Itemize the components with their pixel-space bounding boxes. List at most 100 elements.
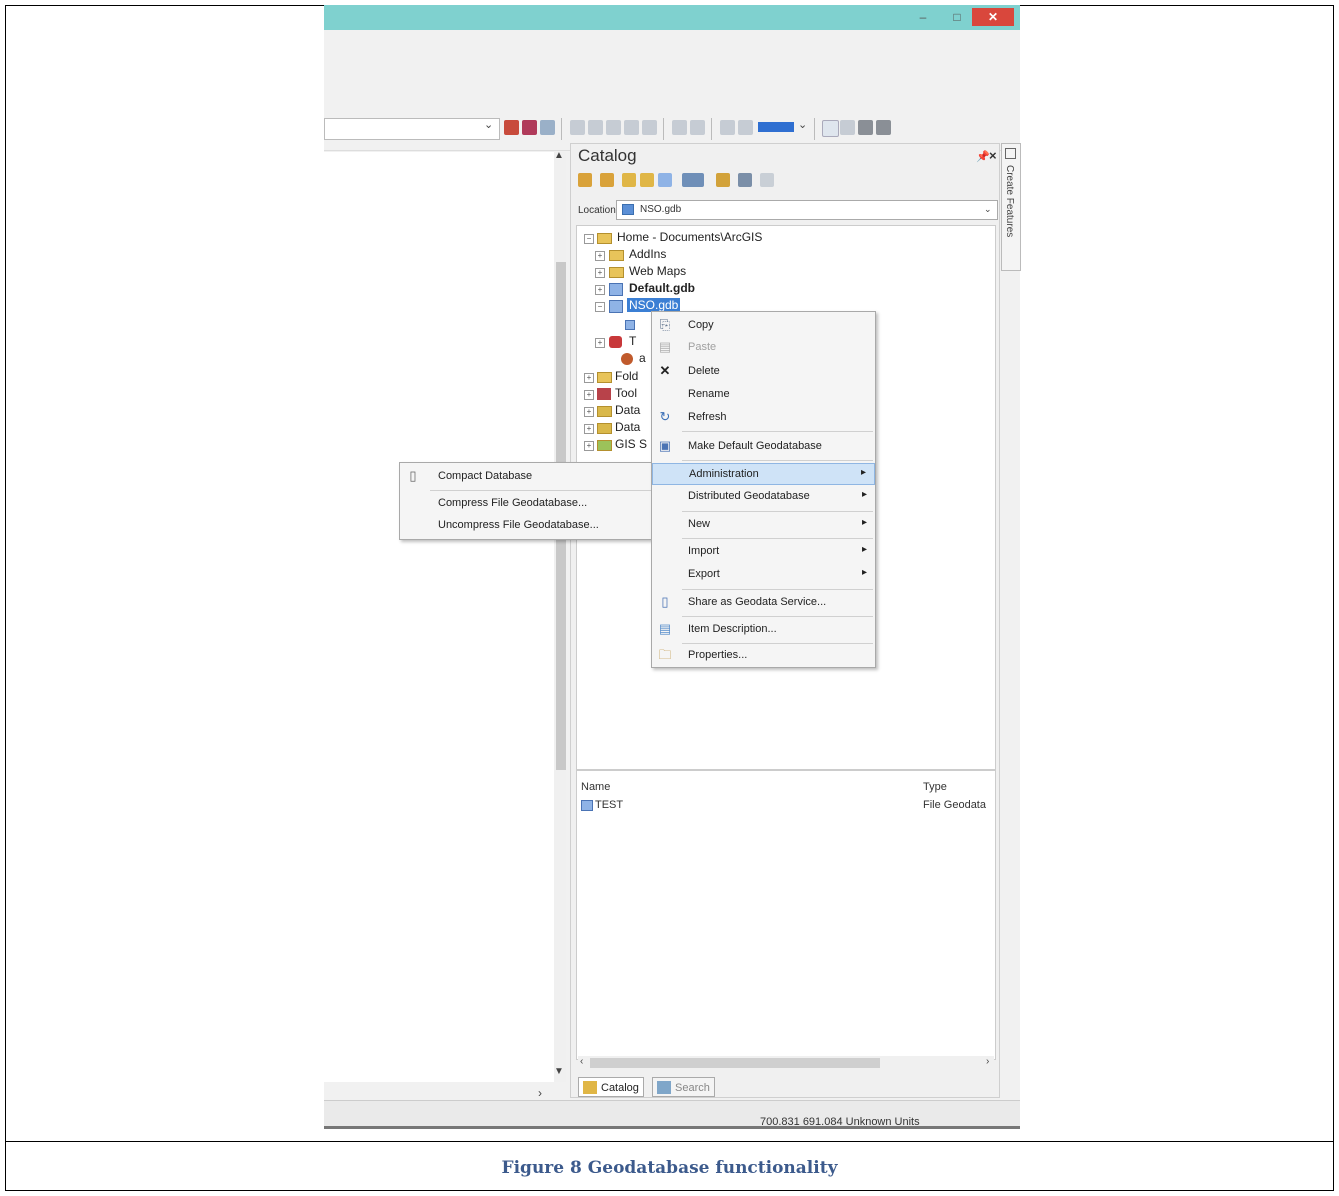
tree-item-a[interactable]: a <box>639 351 646 365</box>
chevron-down-icon[interactable]: ⌄ <box>798 118 807 131</box>
menu-item-export[interactable]: Export ▸ <box>652 564 875 586</box>
tree-item-folder-connections[interactable]: Fold <box>615 369 638 383</box>
chevron-right-icon[interactable]: › <box>538 1086 542 1100</box>
menu-separator <box>682 511 873 512</box>
map-area[interactable] <box>324 152 555 1082</box>
feature-dataset-icon <box>625 320 635 330</box>
list-item-name[interactable]: TEST <box>595 799 623 811</box>
tree-toggle-icon[interactable] <box>738 173 752 187</box>
scale-combo[interactable] <box>324 118 500 140</box>
vertex-tool-icon[interactable] <box>606 120 621 135</box>
tab-catalog[interactable]: Catalog <box>578 1077 644 1097</box>
cut-tool-icon[interactable] <box>624 120 639 135</box>
tree-item-home[interactable]: Home - Documents\ArcGIS <box>617 230 762 244</box>
tree-item-gis-servers[interactable]: GIS S <box>615 437 647 451</box>
details-icon[interactable] <box>760 173 774 187</box>
collapse-icon[interactable]: − <box>584 234 594 244</box>
menu-item-compress[interactable]: Compress File Geodatabase... <box>400 493 658 515</box>
view-options-icon[interactable] <box>682 173 704 187</box>
scrollbar-thumb[interactable] <box>590 1058 880 1068</box>
copy-icon: ⎘ <box>659 317 671 332</box>
database-servers-icon <box>597 406 612 417</box>
delete-icon: ✕ <box>659 363 671 378</box>
maximize-button[interactable]: □ <box>946 8 968 26</box>
scroll-up-icon[interactable]: ▲ <box>554 150 564 161</box>
geodatabase-icon <box>622 204 634 215</box>
submenu-arrow-icon: ▸ <box>861 489 867 500</box>
layout-icon[interactable] <box>822 120 839 137</box>
folder-icon <box>597 233 612 244</box>
expand-icon[interactable]: + <box>584 424 594 434</box>
page-icon[interactable] <box>840 120 855 135</box>
close-icon[interactable]: × <box>989 148 997 163</box>
menu-item-properties[interactable]: 🗀 Properties... <box>652 645 875 667</box>
color-swatch[interactable] <box>758 122 794 132</box>
rotate-tool-icon[interactable] <box>642 120 657 135</box>
chevron-down-icon[interactable]: ⌄ <box>484 118 493 131</box>
tab-search[interactable]: Search <box>652 1077 715 1097</box>
tree-item-toolboxes[interactable]: Tool <box>615 386 637 400</box>
expand-icon[interactable]: + <box>595 338 605 348</box>
table-icon[interactable] <box>672 120 687 135</box>
menu-item-import[interactable]: Import ▸ <box>652 541 875 563</box>
connect-folder-icon[interactable] <box>658 173 672 187</box>
snap-icon[interactable] <box>720 120 735 135</box>
menu-item-paste[interactable]: ▤ Paste <box>652 337 875 359</box>
expand-icon[interactable]: + <box>595 285 605 295</box>
tree-item-nso-gdb[interactable]: NSO.gdb <box>627 298 681 312</box>
chevron-down-icon[interactable]: ⌄ <box>984 204 992 215</box>
column-header-type[interactable]: Type <box>923 781 947 793</box>
context-menu: ⎘ Copy ▤ Paste ✕ Delete Rename ↻ Refresh… <box>651 311 876 668</box>
close-window-button[interactable]: ✕ <box>972 8 1014 26</box>
tree-item-addins[interactable]: AddIns <box>629 247 666 261</box>
scroll-down-icon[interactable]: ▼ <box>554 1066 564 1077</box>
expand-icon[interactable]: + <box>584 373 594 383</box>
paste-icon: ▤ <box>658 339 672 354</box>
column-header-name[interactable]: Name <box>581 781 610 793</box>
tree-item-database-connections[interactable]: Data <box>615 420 640 434</box>
tree-item-database-servers[interactable]: Data <box>615 403 640 417</box>
expand-icon[interactable]: + <box>584 407 594 417</box>
menu-item-compact-database[interactable]: ▯ Compact Database <box>400 466 658 488</box>
expand-icon[interactable]: + <box>595 268 605 278</box>
edit-tool-icon[interactable] <box>570 120 585 135</box>
add-basemap-icon[interactable] <box>522 120 537 135</box>
tree-item-default-gdb[interactable]: Default.gdb <box>629 281 695 295</box>
layer-icon[interactable] <box>540 120 555 135</box>
home-folder-icon[interactable] <box>622 173 636 187</box>
up-folder-icon[interactable] <box>640 173 654 187</box>
minimize-button[interactable]: – <box>912 8 934 26</box>
menu-item-rename[interactable]: Rename <box>652 384 875 406</box>
tree-item-t[interactable]: T <box>629 334 636 348</box>
contents-list[interactable]: Name Type TEST File Geodata <box>576 770 996 1060</box>
identify-icon[interactable] <box>876 120 891 135</box>
expand-icon[interactable]: + <box>595 251 605 261</box>
menu-item-uncompress[interactable]: Uncompress File Geodatabase... <box>400 515 658 537</box>
back-icon[interactable] <box>578 173 592 187</box>
search-icon[interactable] <box>858 120 873 135</box>
menu-item-distributed[interactable]: Distributed Geodatabase ▸ <box>652 486 875 508</box>
menu-item-refresh[interactable]: ↻ Refresh <box>652 407 875 429</box>
window-bottom-edge <box>324 1126 1020 1129</box>
forward-icon[interactable] <box>600 173 614 187</box>
sketch-tool-icon[interactable] <box>588 120 603 135</box>
trace-icon[interactable] <box>738 120 753 135</box>
grid-icon[interactable] <box>690 120 705 135</box>
pin-icon[interactable]: 📌 <box>976 150 990 163</box>
chevron-right-icon[interactable]: › <box>986 1056 989 1067</box>
menu-item-delete[interactable]: ✕ Delete <box>652 361 875 383</box>
expand-icon[interactable]: + <box>584 441 594 451</box>
location-label: Location: <box>578 205 619 216</box>
collapse-icon[interactable]: − <box>595 302 605 312</box>
tree-item-web-maps[interactable]: Web Maps <box>629 264 686 278</box>
menu-item-copy[interactable]: ⎘ Copy <box>652 315 875 337</box>
menu-item-administration[interactable]: Administration ▸ <box>652 463 875 485</box>
menu-item-new[interactable]: New ▸ <box>652 514 875 536</box>
add-data-icon[interactable] <box>504 120 519 135</box>
expand-icon[interactable]: + <box>584 390 594 400</box>
menu-item-item-description[interactable]: ▤ Item Description... <box>652 619 875 641</box>
chevron-left-icon[interactable]: ‹ <box>580 1056 583 1067</box>
open-folder-icon[interactable] <box>716 173 730 187</box>
menu-item-make-default[interactable]: ▣ Make Default Geodatabase <box>652 436 875 458</box>
menu-item-share[interactable]: ▯ Share as Geodata Service... <box>652 592 875 614</box>
